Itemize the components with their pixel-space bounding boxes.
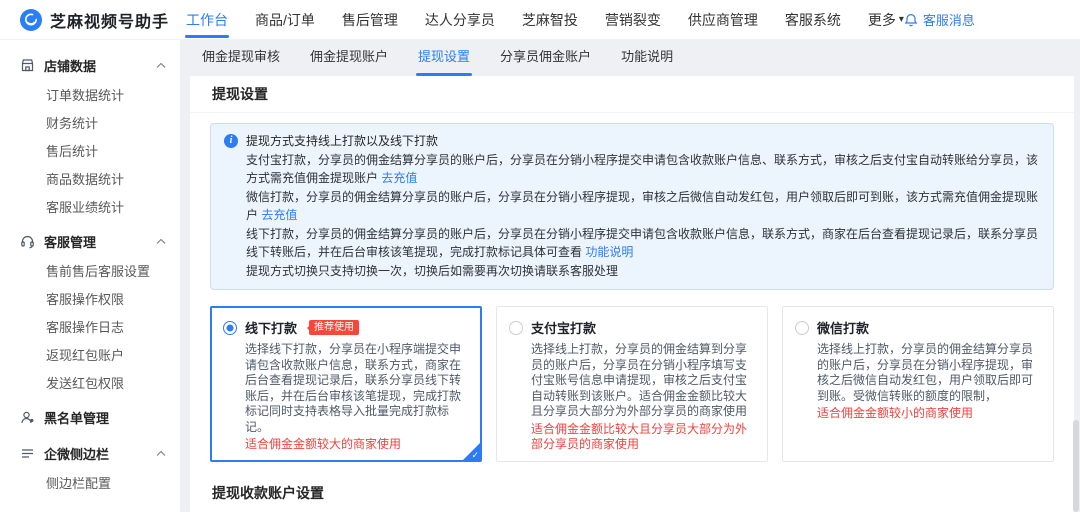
withdraw-info-alert: i 提现方式支持线上打款以及线下打款 支付宝打款，分享员的佣金结算分享员的账户后… [210, 123, 1054, 290]
headset-icon [20, 234, 35, 249]
recommended-badge: 推荐使用 [309, 320, 359, 335]
card-body: 选择线上打款，分享员的佣金结算到分享员的账户后，分享员在分销小程序填写支付宝账号… [531, 342, 755, 453]
nav-item-suppliers[interactable]: 供应商管理 [688, 0, 758, 40]
chevron-up-icon [156, 450, 166, 457]
sidebar-section-shop-data[interactable]: 店铺数据 [0, 49, 180, 82]
card-title: 线下打款 [245, 318, 297, 337]
tab-withdraw-review[interactable]: 佣金提现审核 [202, 40, 280, 76]
card-header: 线下打款 推荐使用 [223, 318, 469, 337]
radio-alipay-payment[interactable] [509, 321, 523, 335]
scrollbar-thumb[interactable] [1073, 420, 1079, 512]
recharge-link[interactable]: 去充值 [261, 208, 297, 222]
app-logo-icon [20, 9, 42, 31]
nav-menu: 工作台 商品/订单 售后管理 达人分享员 芝麻智投 营销裂变 供应商管理 客服系… [186, 0, 904, 40]
sidebar-section-cs-management[interactable]: 客服管理 [0, 225, 180, 258]
sidebar-panel-icon [20, 446, 35, 461]
tab-withdraw-settings[interactable]: 提现设置 [418, 40, 470, 76]
check-icon: ✓ [471, 450, 479, 460]
alert-title: 提现方式支持线上打款以及线下打款 [246, 132, 1039, 151]
app-title: 芝麻视频号助手 [50, 8, 169, 32]
card-header: 微信打款 [795, 318, 1041, 337]
card-title: 微信打款 [817, 318, 869, 337]
sidebar-section-label: 店铺数据 [44, 56, 96, 75]
sidebar-item-cs-logs[interactable]: 客服操作日志 [0, 314, 180, 342]
sidebar-section-blacklist[interactable]: 黑名单管理 [0, 401, 180, 434]
card-note: 适合佣金金额比较大且分享员大部分为外部分享员的商家使用 [531, 422, 755, 453]
card-title: 支付宝打款 [531, 318, 596, 337]
receiving-account-section-title: 提现收款账户设置 [190, 483, 1074, 512]
nav-item-workbench[interactable]: 工作台 [186, 0, 228, 40]
alert-line-wechat: 微信打款，分享员的佣金结算分享员的账户后，分享员在分销小程序提现，审核之后微信自… [246, 188, 1039, 225]
sidebar-section-wecom-sidebar[interactable]: 企微侧边栏 [0, 437, 180, 470]
sidebar-item-sidebar-config[interactable]: 侧边栏配置 [0, 470, 180, 498]
sidebar-item-cs-permissions[interactable]: 客服操作权限 [0, 286, 180, 314]
top-navbar: 芝麻视频号助手 工作台 商品/订单 售后管理 达人分享员 芝麻智投 营销裂变 供… [0, 0, 1080, 40]
sidebar-item-cashback-account[interactable]: 返现红包账户 [0, 342, 180, 370]
sidebar-item-cs-performance[interactable]: 客服业绩统计 [0, 194, 180, 222]
alert-line-text: 微信打款，分享员的佣金结算分享员的账户后，分享员在分销小程序提现，审核之后微信自… [246, 190, 1038, 223]
chevron-up-icon [156, 62, 166, 69]
section-title: 提现设置 [190, 76, 1074, 113]
alert-line-alipay: 支付宝打款，分享员的佣金结算分享员的账户后，分享员在分销小程序提交申请包含收款账… [246, 151, 1039, 188]
card-note: 适合佣金金额较小的商家使用 [817, 406, 1041, 422]
tab-withdraw-account[interactable]: 佣金提现账户 [310, 40, 388, 76]
user-block-icon [20, 410, 35, 425]
caret-down-icon: ▾ [899, 0, 904, 40]
tab-feature-docs[interactable]: 功能说明 [621, 40, 673, 76]
storefront-icon [20, 58, 35, 73]
alert-line-offline: 线下打款，分享员的佣金结算分享员的账户后，分享员在分销小程序提交申请包含收款账户… [246, 225, 1039, 262]
sidebar-item-product-stats[interactable]: 商品数据统计 [0, 166, 180, 194]
alert-line-switch-note: 提现方式切换只支持切换一次，切换后如需要再次切换请联系客服处理 [246, 262, 1039, 281]
nav-item-smart-ads[interactable]: 芝麻智投 [522, 0, 578, 40]
cs-message-label: 客服消息 [923, 10, 975, 29]
recharge-link[interactable]: 去充值 [381, 171, 417, 185]
payment-option-cards: 线下打款 推荐使用 选择线下打款，分享员在小程序端提交申请包含收款账户信息，联系… [210, 306, 1054, 462]
tab-sharer-commission-account[interactable]: 分享员佣金账户 [500, 40, 591, 76]
sidebar-section-label: 客服管理 [44, 232, 96, 251]
sidebar-item-cs-presale-settings[interactable]: 售前售后客服设置 [0, 258, 180, 286]
sidebar: 店铺数据 订单数据统计 财务统计 售后统计 商品数据统计 客服业绩统计 客服管理… [0, 40, 180, 512]
card-header: 支付宝打款 [509, 318, 755, 337]
nav-item-marketing[interactable]: 营销裂变 [605, 0, 661, 40]
nav-item-cs-system[interactable]: 客服系统 [785, 0, 841, 40]
nav-item-aftersale[interactable]: 售后管理 [342, 0, 398, 40]
option-card-alipay-payment[interactable]: 支付宝打款 选择线上打款，分享员的佣金结算到分享员的账户后，分享员在分销小程序填… [496, 306, 768, 462]
card-description: 选择线上打款，分享员的佣金结算到分享员的账户后，分享员在分销小程序填写支付宝账号… [531, 342, 755, 420]
radio-offline-payment[interactable] [223, 321, 237, 335]
option-card-wechat-payment[interactable]: 微信打款 选择线上打款，分享员的佣金结算分享员的账户后，分享员在分销小程序提现，… [782, 306, 1054, 462]
brand: 芝麻视频号助手 [0, 8, 178, 32]
alert-line-text: 支付宝打款，分享员的佣金结算分享员的账户后，分享员在分销小程序提交申请包含收款账… [246, 153, 1038, 186]
card-description: 选择线下打款，分享员在小程序端提交申请包含收款账户信息，联系方式，商家在后台查看… [245, 342, 469, 435]
nav-more-label: 更多 [868, 0, 896, 40]
info-icon: i [224, 134, 238, 148]
alert-line-text: 线下打款，分享员的佣金结算分享员的账户后，分享员在分销小程序提交申请包含收款账户… [246, 227, 1038, 260]
sidebar-item-order-stats[interactable]: 订单数据统计 [0, 82, 180, 110]
content-panel: 提现设置 i 提现方式支持线上打款以及线下打款 支付宝打款，分享员的佣金结算分享… [190, 76, 1074, 512]
radio-wechat-payment[interactable] [795, 321, 809, 335]
alert-text: 提现方式支持线上打款以及线下打款 支付宝打款，分享员的佣金结算分享员的账户后，分… [246, 132, 1039, 280]
sidebar-item-finance-stats[interactable]: 财务统计 [0, 110, 180, 138]
nav-item-sharers[interactable]: 达人分享员 [425, 0, 495, 40]
card-body: 选择线上打款，分享员的佣金结算分享员的账户后，分享员在分销小程序提现，审核之后微… [817, 342, 1041, 422]
card-body: 选择线下打款，分享员在小程序端提交申请包含收款账户信息，联系方式，商家在后台查看… [245, 342, 469, 453]
sidebar-section-label: 黑名单管理 [44, 408, 109, 427]
sidebar-section-label: 企微侧边栏 [44, 444, 109, 463]
chevron-up-icon [156, 238, 166, 245]
card-description: 选择线上打款，分享员的佣金结算分享员的账户后，分享员在分销小程序提现，审核之后微… [817, 342, 1041, 404]
nav-item-orders[interactable]: 商品/订单 [255, 0, 315, 40]
feature-docs-link[interactable]: 功能说明 [585, 245, 633, 259]
bell-icon [904, 13, 918, 27]
cs-message-button[interactable]: 客服消息 [904, 10, 975, 29]
option-card-offline-payment[interactable]: 线下打款 推荐使用 选择线下打款，分享员在小程序端提交申请包含收款账户信息，联系… [210, 306, 482, 462]
sidebar-item-aftersale-stats[interactable]: 售后统计 [0, 138, 180, 166]
card-note: 适合佣金金额较大的商家使用 [245, 437, 469, 453]
nav-item-more[interactable]: 更多 ▾ [868, 0, 904, 40]
sidebar-item-redpacket-permission[interactable]: 发送红包权限 [0, 370, 180, 398]
tab-bar: 佣金提现审核 佣金提现账户 提现设置 分享员佣金账户 功能说明 [190, 40, 1074, 76]
